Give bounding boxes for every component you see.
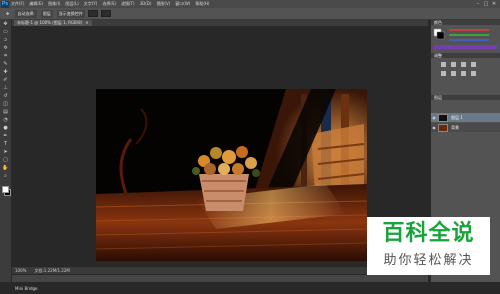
menu-edit[interactable]: 编辑(E) (29, 0, 43, 8)
layer-thumbnail (438, 113, 448, 122)
photoshop-logo-icon: Ps (1, 0, 9, 8)
blur-tool-icon[interactable]: ◔ (1, 117, 10, 124)
move-tool-icon[interactable]: ✥ (4, 10, 11, 17)
lasso-tool-icon[interactable]: ↄ (1, 37, 10, 44)
dodge-tool-icon[interactable]: ● (1, 125, 10, 132)
align-options[interactable] (87, 10, 98, 17)
color-panel-tab[interactable]: 颜色 (434, 20, 442, 25)
visibility-eye-icon[interactable]: ◉ (431, 115, 437, 120)
show-transform-checkbox[interactable]: 显示变换控件 (56, 9, 85, 18)
auto-select-checkbox[interactable]: 自动选择: (15, 9, 37, 18)
color-panel-header: 颜色 (431, 20, 500, 25)
menu-items: 文件(F) 编辑(E) 图像(I) 图层(L) 文字(Y) 选择(S) 滤镜(T… (11, 0, 214, 8)
menu-window[interactable]: 窗口(W) (175, 0, 190, 8)
layer-row-background[interactable]: ◉ 背景 (431, 123, 500, 132)
zoom-tool-icon[interactable]: ⌕ (1, 173, 10, 180)
menu-file[interactable]: 文件(F) (11, 0, 24, 8)
path-select-tool-icon[interactable]: ➤ (1, 149, 10, 156)
hand-tool-icon[interactable]: ✋ (1, 165, 10, 172)
stamp-tool-icon[interactable]: ⊥ (1, 85, 10, 92)
marquee-tool-icon[interactable]: ▭ (1, 29, 10, 36)
layers-panel-header: 图层 (431, 95, 500, 100)
type-tool-icon[interactable]: T (1, 141, 10, 148)
menu-filter[interactable]: 滤镜(T) (121, 0, 135, 8)
layer-name: 图层 1 (451, 114, 463, 120)
window-controls: – □ ✕ (474, 0, 498, 8)
layer-row-1[interactable]: ◉ 图层 1 (431, 113, 500, 122)
menu-3d[interactable]: 3D(D) (140, 0, 152, 8)
visibility-eye-icon[interactable]: ◉ (431, 125, 437, 130)
foreground-color-swatch[interactable] (2, 186, 9, 193)
menu-bar: Ps 文件(F) 编辑(E) 图像(I) 图层(L) 文字(Y) 选择(S) 滤… (0, 0, 500, 8)
watermark-title: 百科全说 (382, 221, 475, 246)
canvas-photo (96, 89, 367, 261)
menu-image[interactable]: 图像(I) (48, 0, 60, 8)
document-size: 文档:1.22M/1.22M (34, 267, 70, 273)
crop-tool-icon[interactable]: ⌗ (1, 53, 10, 60)
minimize-button[interactable]: – (474, 0, 482, 8)
zoom-level[interactable]: 100% (15, 268, 26, 273)
menu-view[interactable]: 视图(V) (156, 0, 170, 8)
color-sliders[interactable] (431, 26, 500, 50)
canvas-area (12, 26, 428, 267)
shape-tool-icon[interactable]: ▢ (1, 157, 10, 164)
adjust-panel-header: 调整 (431, 53, 500, 58)
gradient-tool-icon[interactable]: ▤ (1, 109, 10, 116)
baike-watermark: 百科全说 助你轻松解决 (367, 217, 490, 275)
layer-select-dropdown[interactable]: 图层 (40, 9, 53, 18)
maximize-button[interactable]: □ (482, 0, 490, 8)
brush-tool-icon[interactable]: ✐ (1, 77, 10, 84)
magic-wand-tool-icon[interactable]: ✲ (1, 45, 10, 52)
adjust-panel-tab[interactable]: 调整 (434, 53, 442, 58)
options-bar: ✥ 自动选择: 图层 显示变换控件 (0, 8, 500, 20)
menu-select[interactable]: 选择(S) (102, 0, 116, 8)
healing-tool-icon[interactable]: ✚ (1, 69, 10, 76)
tools-panel: ✥ ▭ ↄ ✲ ⌗ ✎ ✚ ✐ ⊥ ↺ ◫ ▤ ◔ ● ✒ T ➤ ▢ ✋ ⌕ (0, 20, 12, 282)
layer-name: 背景 (451, 124, 459, 130)
layer-thumbnail (438, 123, 448, 132)
menu-help[interactable]: 帮助(H) (195, 0, 209, 8)
eyedropper-tool-icon[interactable]: ✎ (1, 61, 10, 68)
bottom-dock: Mini Bridge (12, 275, 428, 291)
pen-tool-icon[interactable]: ✒ (1, 133, 10, 140)
status-bar: 100% 文档:1.22M/1.22M (12, 267, 428, 274)
menu-type[interactable]: 文字(Y) (84, 0, 98, 8)
close-button[interactable]: ✕ (490, 0, 498, 8)
menu-layer[interactable]: 图层(L) (65, 0, 78, 8)
adjustment-icons[interactable] (431, 60, 500, 80)
move-tool-icon[interactable]: ✥ (1, 21, 10, 28)
history-brush-icon[interactable]: ↺ (1, 93, 10, 100)
distribute-options[interactable] (100, 10, 111, 17)
watermark-subtitle: 助你轻松解决 (383, 253, 474, 268)
document-canvas[interactable] (96, 89, 367, 261)
eraser-tool-icon[interactable]: ◫ (1, 101, 10, 108)
mini-bridge-tab[interactable]: Mini Bridge (15, 286, 38, 291)
layers-panel-tab[interactable]: 图层 (434, 95, 442, 100)
